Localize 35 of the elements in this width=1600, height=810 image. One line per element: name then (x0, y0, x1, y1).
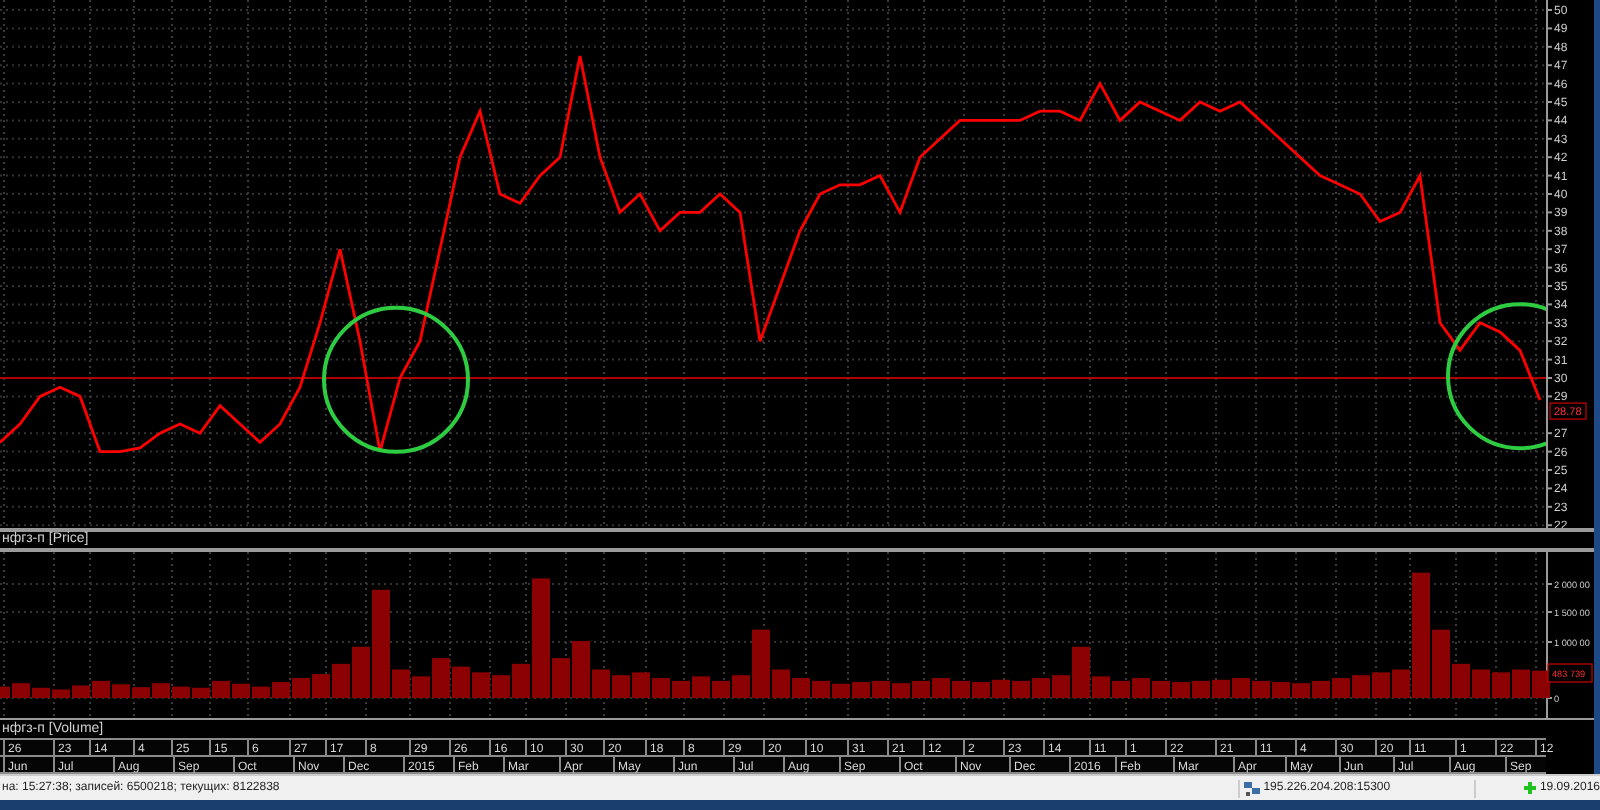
volume-bar (952, 680, 970, 698)
volume-bar (932, 678, 950, 698)
volume-bar (292, 678, 310, 698)
volume-bar (1352, 675, 1370, 698)
volume-bar (92, 680, 110, 698)
volume-bar (1492, 672, 1510, 698)
volume-bar (652, 678, 670, 698)
volume-bar (1012, 680, 1030, 698)
volume-bar (1372, 672, 1390, 698)
volume-bar (1472, 669, 1490, 698)
volume-bar (812, 680, 830, 698)
volume-bar (1332, 678, 1350, 698)
volume-bar (1032, 678, 1050, 698)
volume-bar (992, 679, 1010, 698)
volume-bar (672, 680, 690, 698)
volume-bar (472, 672, 490, 698)
volume-bar (452, 666, 470, 698)
volume-bar (712, 680, 730, 698)
volume-bar (1512, 669, 1530, 698)
volume-bar (1112, 680, 1130, 698)
volume-bar (1132, 678, 1150, 698)
volume-bar (1312, 680, 1330, 698)
volume-bar (912, 680, 930, 698)
volume-bar (612, 675, 630, 698)
volume-bar (1192, 680, 1210, 698)
volume-bar (1252, 680, 1270, 698)
volume-bar (1232, 678, 1250, 698)
network-icon (1243, 781, 1260, 795)
volume-bar (692, 676, 710, 698)
volume-bar (1152, 680, 1170, 698)
volume-bar (632, 672, 650, 698)
volume-bar (1212, 679, 1230, 698)
volume-bar (872, 680, 890, 698)
volume-bar (1532, 670, 1550, 698)
plus-icon (1523, 782, 1536, 794)
